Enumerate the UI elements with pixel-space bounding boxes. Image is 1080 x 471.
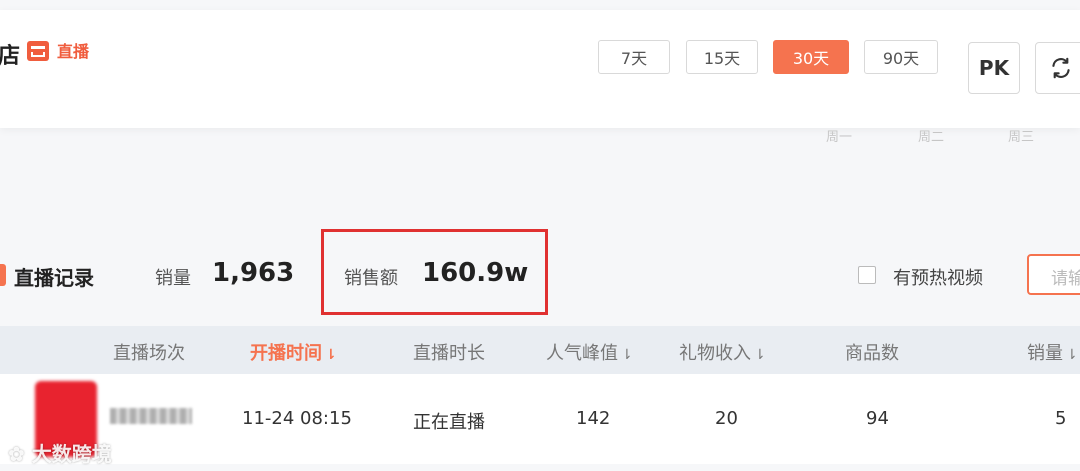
live-records-title: 直播记录	[14, 266, 94, 290]
cell-gifts: 20	[715, 408, 738, 429]
live-tag: 直播	[57, 42, 90, 61]
col-start-time[interactable]: 开播时间 ⇂	[250, 339, 337, 365]
range-7d-button[interactable]: 7天	[598, 40, 670, 74]
cell-peak: 142	[576, 408, 611, 429]
sort-arrow-icon: ⇂	[1066, 347, 1078, 363]
sales-value: 1,963	[212, 258, 295, 288]
revenue-highlight-box	[321, 229, 548, 315]
col-sales[interactable]: 销量 ⇂	[1027, 339, 1078, 365]
week-label-mon: 周一	[826, 130, 853, 145]
search-input[interactable]: 请输	[1027, 254, 1080, 295]
col-session: 直播场次	[113, 343, 185, 364]
sort-arrow-icon: ⇂	[621, 347, 633, 363]
refresh-icon	[1052, 57, 1070, 79]
range-30d-button[interactable]: 30天	[773, 40, 849, 74]
shop-name: 店	[0, 44, 21, 69]
cell-start-time: 11-24 08:15	[242, 408, 352, 429]
cell-sales: 5	[1055, 408, 1067, 429]
col-gifts-label: 礼物收入	[679, 343, 751, 364]
week-label-wed: 周三	[1008, 130, 1035, 145]
preheat-video-checkbox[interactable]	[858, 266, 876, 284]
pk-button[interactable]: PK	[968, 42, 1020, 94]
range-90d-button[interactable]: 90天	[864, 40, 938, 74]
col-gifts[interactable]: 礼物收入 ⇂	[679, 339, 766, 365]
col-duration: 直播时长	[413, 343, 485, 364]
col-products: 商品数	[845, 343, 899, 364]
watermark: ✿ 大数跨境	[8, 438, 112, 467]
blurred-session-name	[110, 408, 192, 424]
preheat-video-label: 有预热视频	[893, 268, 983, 289]
week-label-tue: 周二	[918, 130, 945, 145]
col-sales-label: 销量	[1027, 343, 1063, 364]
sort-arrow-icon: ⇂	[754, 347, 766, 363]
cell-duration: 正在直播	[413, 412, 485, 433]
sales-label: 销量	[155, 268, 191, 289]
section-accent-bar	[0, 264, 6, 286]
cell-products: 94	[866, 408, 889, 429]
store-icon	[27, 41, 49, 61]
col-peak[interactable]: 人气峰值 ⇂	[546, 339, 633, 365]
watermark-text: 大数跨境	[31, 442, 112, 466]
range-15d-button[interactable]: 15天	[686, 40, 758, 74]
col-start-time-label: 开播时间	[250, 343, 322, 364]
sort-arrow-icon: ⇂	[325, 347, 337, 363]
col-peak-label: 人气峰值	[546, 343, 618, 364]
refresh-button[interactable]	[1035, 42, 1080, 94]
watermark-logo-icon: ✿	[8, 442, 25, 466]
